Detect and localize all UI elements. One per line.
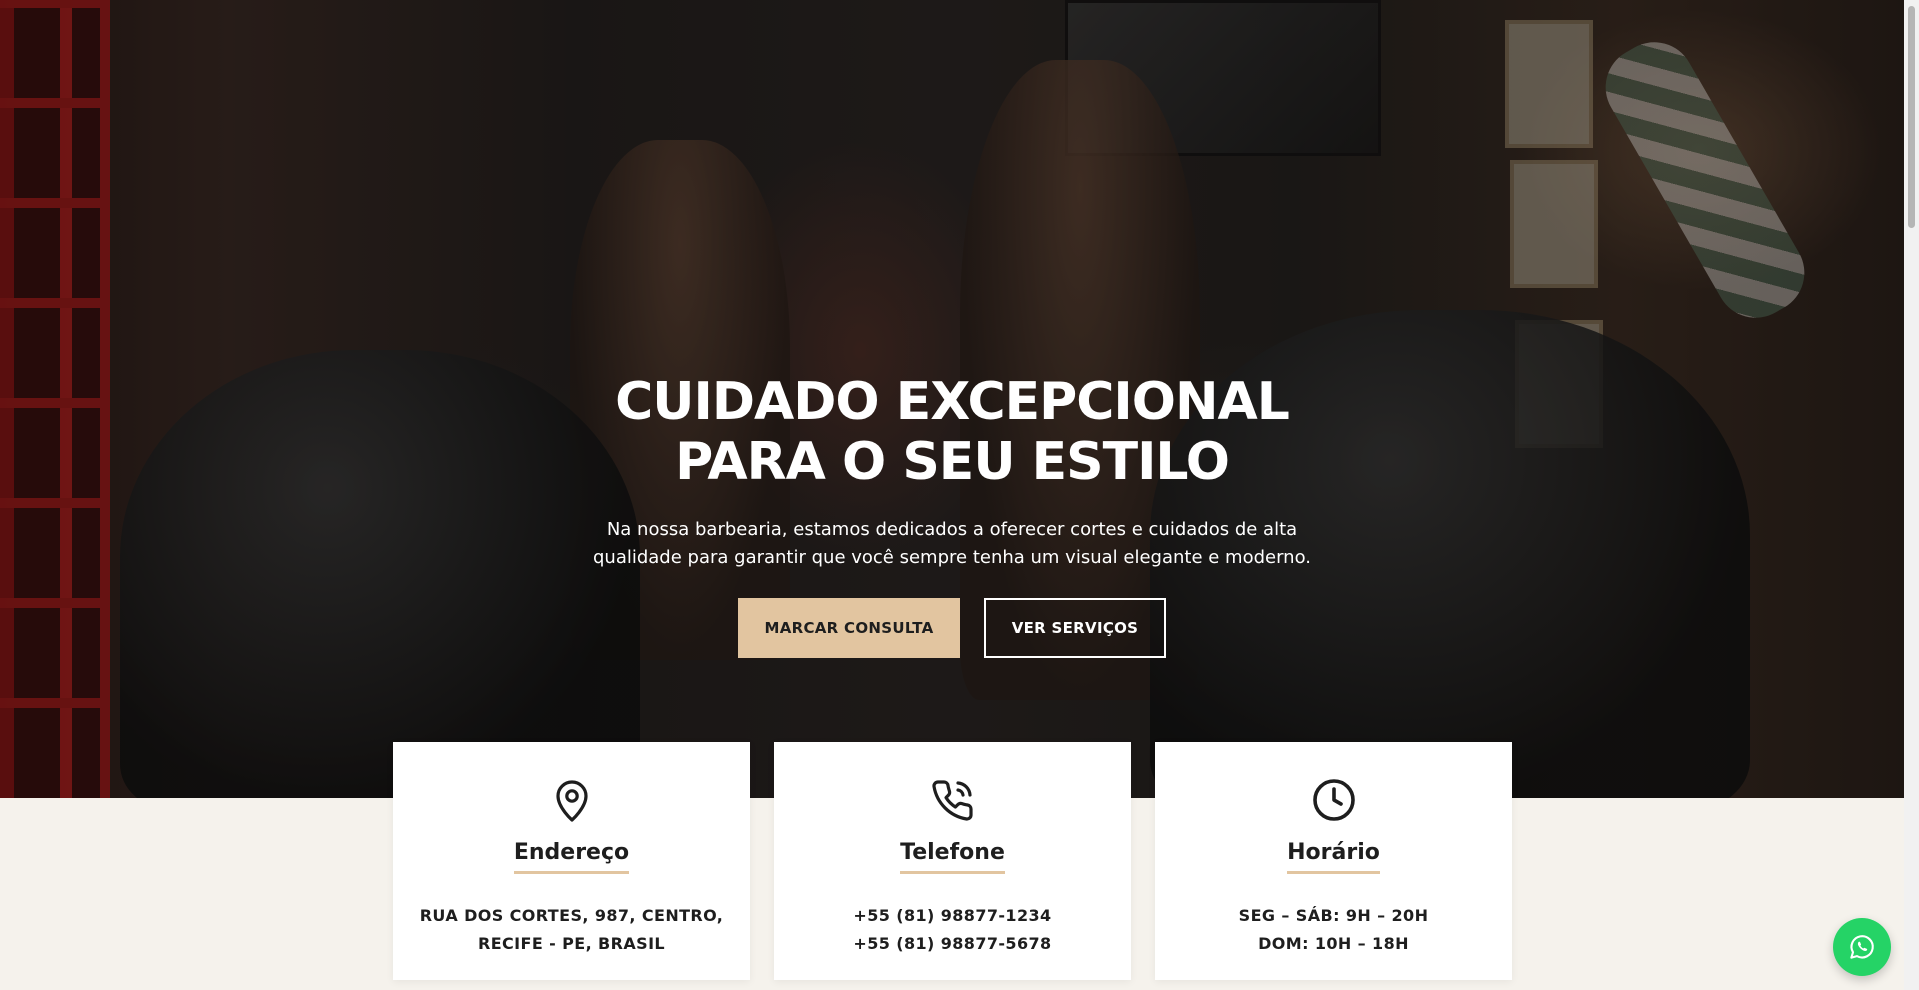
info-cards: Endereço RUA DOS CORTES, 987, CENTRO, RE… <box>393 742 1512 980</box>
hours-line: SEG – SÁB: 9H – 20H <box>1238 906 1429 925</box>
phone-number[interactable]: +55 (81) 98877-1234 <box>774 902 1131 930</box>
page-scrollbar[interactable] <box>1904 0 1919 990</box>
address-card: Endereço RUA DOS CORTES, 987, CENTRO, RE… <box>393 742 750 980</box>
phone-icon <box>931 780 973 821</box>
phone-card-text: +55 (81) 98877-1234 +55 (81) 98877-5678 <box>774 902 1131 958</box>
hero-title-line1: CUIDADO EXCEPCIONAL <box>615 372 1290 432</box>
hours-card-text: SEG – SÁB: 9H – 20H DOM: 10H – 18H <box>1155 902 1512 958</box>
whatsapp-button[interactable] <box>1833 918 1891 976</box>
hero-content: CUIDADO EXCEPCIONAL PARA O SEU ESTILO Na… <box>0 372 1904 658</box>
phone-number[interactable]: +55 (81) 98877-5678 <box>774 930 1131 958</box>
scrollbar-thumb[interactable] <box>1908 6 1915 228</box>
hero-section: CUIDADO EXCEPCIONAL PARA O SEU ESTILO Na… <box>0 0 1904 798</box>
hours-line: DOM: 10H – 18H <box>1258 934 1409 953</box>
address-line: RUA DOS CORTES, 987, CENTRO, <box>419 906 724 925</box>
hero-subtitle: Na nossa barbearia, estamos dedicados a … <box>592 519 1311 568</box>
clock-icon <box>1312 779 1355 821</box>
address-line: RECIFE - PE, BRASIL <box>477 934 666 953</box>
book-appointment-button[interactable]: MARCAR CONSULTA <box>738 598 960 658</box>
view-services-button[interactable]: VER SERVIÇOS <box>984 598 1166 658</box>
phone-card-title: Telefone <box>900 840 1005 874</box>
hours-card-title: Horário <box>1287 840 1380 874</box>
hero-title: CUIDADO EXCEPCIONAL PARA O SEU ESTILO <box>0 372 1904 492</box>
hero-buttons: MARCAR CONSULTA VER SERVIÇOS <box>0 598 1904 658</box>
whatsapp-icon <box>1850 935 1874 959</box>
hours-card: Horário SEG – SÁB: 9H – 20H DOM: 10H – 1… <box>1155 742 1512 980</box>
map-pin-icon <box>555 780 588 822</box>
hero-title-line2: PARA O SEU ESTILO <box>675 432 1230 492</box>
address-card-title: Endereço <box>513 840 630 874</box>
address-card-text: RUA DOS CORTES, 987, CENTRO, RECIFE - PE… <box>393 902 750 958</box>
phone-card: Telefone +55 (81) 98877-1234 +55 (81) 98… <box>774 742 1131 980</box>
